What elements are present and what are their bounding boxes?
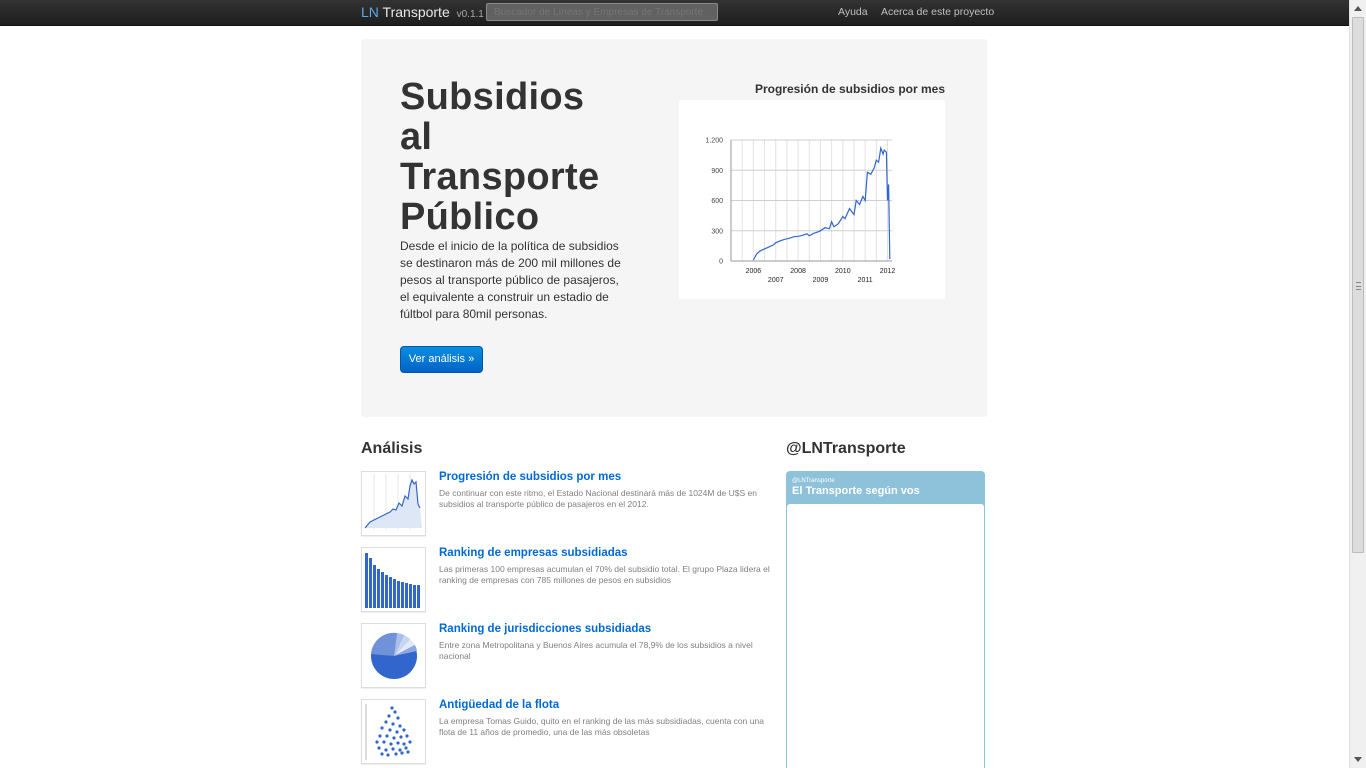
scatter-dot (398, 724, 402, 728)
scatter-thumb-svg (365, 704, 412, 760)
version-label: v0.1.1 (456, 9, 484, 20)
x-tick-label: 2008 (790, 268, 806, 275)
brand-logo[interactable]: LN Transporte v0.1.1 (361, 4, 484, 20)
scatter-dot (394, 752, 398, 756)
analysis-title[interactable]: Ranking de empresas subsidiadas (439, 547, 628, 559)
scatter-dot (402, 728, 406, 732)
y-tick-label: 600 (711, 198, 723, 205)
scatter-dot (385, 734, 389, 738)
twitter-heading: @LNTransporte (786, 440, 906, 457)
x-tick-label: 2007 (768, 277, 784, 284)
y-tick-label: 300 (711, 228, 723, 235)
view-analysis-button[interactable]: Ver análisis » (400, 346, 483, 373)
analysis-item-fleet[interactable]: Antigüedad de la flota La empresa Tomas … (361, 699, 771, 768)
scatter-dot (404, 746, 408, 750)
bar-chart-thumbnail[interactable] (361, 547, 426, 612)
scatter-dot (400, 751, 404, 755)
search-input[interactable] (486, 3, 718, 21)
scatter-dot (393, 710, 397, 714)
scatter-dot (391, 722, 395, 726)
scroll-down-icon[interactable] (1354, 757, 1362, 762)
y-tick-label: 0 (719, 259, 723, 266)
top-navbar: LN Transporte v0.1.1 Ayuda Acerca de est… (0, 0, 1349, 26)
hero-description: Desde el inicio de la política de subsid… (400, 239, 621, 321)
scatter-dot (392, 736, 396, 740)
scatter-dot (382, 740, 386, 744)
line-thumb-svg (364, 474, 422, 530)
grip-icon (1356, 282, 1361, 290)
twitter-handle[interactable]: @LNTransporte (792, 478, 835, 484)
x-tick-label: 2006 (746, 268, 762, 275)
hero-title: Subsidios al Transporte Público (400, 76, 600, 238)
bar-thumb-svg (365, 553, 420, 608)
x-tick-label: 2009 (813, 277, 829, 284)
scatter-dot (388, 728, 392, 732)
analysis-description: De continuar con este ritmo, el Estado N… (439, 488, 757, 509)
analysis-heading: Análisis (361, 440, 423, 457)
analysis-item-jurisdictions[interactable]: Ranking de jurisdicciones subsidiadas En… (361, 623, 771, 699)
hero-unit: Subsidios al Transporte Público Desde el… (361, 39, 987, 417)
scatter-dot (375, 740, 379, 744)
analysis-title[interactable]: Progresión de subsidios por mes (439, 471, 621, 483)
x-tick-label: 2010 (835, 268, 851, 275)
scroll-up-icon[interactable] (1354, 6, 1362, 11)
scatter-dot (396, 716, 400, 720)
analysis-description: Entre zona Metropolitana y Buenos Aires … (439, 640, 753, 661)
analysis-item-companies[interactable]: Ranking de empresas subsidiadas Las prim… (361, 547, 771, 623)
nav-link-ayuda[interactable]: Ayuda (838, 6, 868, 18)
scatter-dot (391, 747, 395, 751)
x-tick-label: 2011 (858, 277, 873, 284)
scatter-chart-thumbnail[interactable] (361, 699, 426, 764)
twitter-widget-title: El Transporte según vos (792, 485, 920, 497)
analysis-list: Progresión de subsidios por mes De conti… (361, 471, 771, 768)
pie-thumb-svg (371, 632, 417, 679)
subsidies-chart: 0 300 600 900 1.200 2006 2008 2010 2012 2007 2009 2… (679, 100, 945, 299)
scatter-dot (405, 734, 409, 738)
scatter-dot (389, 742, 393, 746)
analysis-description: La empresa Tomas Guido, quito en el rank… (439, 716, 764, 737)
vertical-scrollbar[interactable] (1349, 0, 1366, 768)
scatter-dot (384, 720, 388, 724)
scatter-dot (386, 753, 390, 757)
scatter-dot (378, 734, 382, 738)
analysis-title[interactable]: Antigüedad de la flota (439, 699, 559, 711)
line-chart-thumbnail[interactable] (361, 471, 426, 536)
chart-title: Progresión de subsidios por mes (754, 82, 945, 96)
series-line (752, 145, 891, 261)
scatter-dot (399, 735, 403, 739)
x-tick-label: 2012 (880, 268, 896, 275)
analysis-title[interactable]: Ranking de jurisdicciones subsidiadas (439, 623, 651, 635)
subsidies-line-chart: 0 300 600 900 1.200 2006 2008 2010 2012 2007 2009 2… (705, 138, 896, 285)
scatter-dot (380, 752, 384, 756)
scatter-dot (390, 706, 394, 710)
y-tick-label: 900 (711, 168, 723, 175)
brand-name: Transporte (382, 4, 450, 20)
twitter-feed[interactable] (787, 504, 984, 768)
twitter-widget[interactable]: @LNTransporte El Transporte según vos (786, 471, 985, 768)
scatter-dot (408, 740, 412, 744)
pie-chart-thumbnail[interactable] (361, 623, 426, 688)
scatter-dot (402, 742, 406, 746)
nav-link-acerca[interactable]: Acerca de este proyecto (881, 6, 994, 18)
scatter-dot (395, 730, 399, 734)
scatter-dot (384, 748, 388, 752)
scatter-dot (377, 746, 381, 750)
y-tick-label: 1.200 (705, 138, 723, 145)
scatter-dot (380, 726, 384, 730)
scatter-dot (387, 714, 391, 718)
scroll-thumb[interactable] (1352, 17, 1364, 553)
analysis-description: Las primeras 100 empresas acumulan el 70… (439, 564, 770, 585)
analysis-item-progression[interactable]: Progresión de subsidios por mes De conti… (361, 471, 771, 547)
scatter-dot (396, 741, 400, 745)
scatter-dot (398, 748, 402, 752)
brand-ln: LN (361, 4, 379, 20)
nav-links: Ayuda Acerca de este proyecto (838, 6, 1005, 18)
scatter-dot (406, 750, 410, 754)
